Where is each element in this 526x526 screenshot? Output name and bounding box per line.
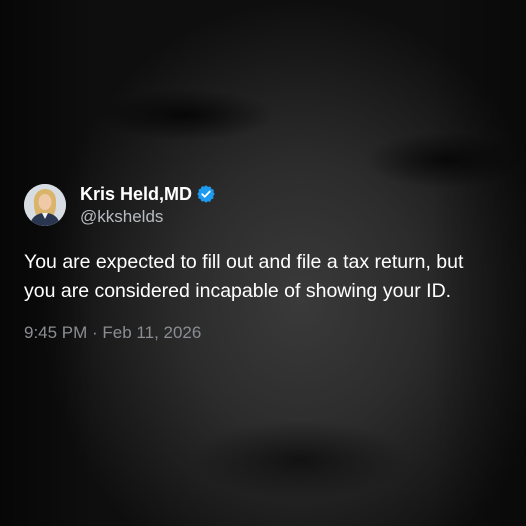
background-photo: Kris Held,MD @kkshelds You are expected … bbox=[0, 0, 526, 526]
display-name[interactable]: Kris Held,MD bbox=[80, 184, 192, 205]
tweet-timestamp[interactable]: 9:45 PM · Feb 11, 2026 bbox=[24, 323, 504, 343]
author-names: Kris Held,MD @kkshelds bbox=[80, 184, 216, 226]
avatar-image bbox=[24, 184, 66, 227]
tweet-text-line: you are considered incapable of showing … bbox=[24, 280, 452, 303]
verified-badge-icon bbox=[196, 184, 216, 204]
tweet-header: Kris Held,MD @kkshelds bbox=[24, 184, 504, 227]
name-row: Kris Held,MD bbox=[80, 184, 216, 205]
handle[interactable]: @kkshelds bbox=[80, 207, 216, 227]
tweet-text: You are expected to fill out and file a … bbox=[24, 248, 514, 307]
tweet-text-line: You are expected to fill out and file a … bbox=[24, 251, 464, 274]
tweet-card: Kris Held,MD @kkshelds You are expected … bbox=[24, 184, 504, 343]
avatar[interactable] bbox=[24, 184, 66, 227]
